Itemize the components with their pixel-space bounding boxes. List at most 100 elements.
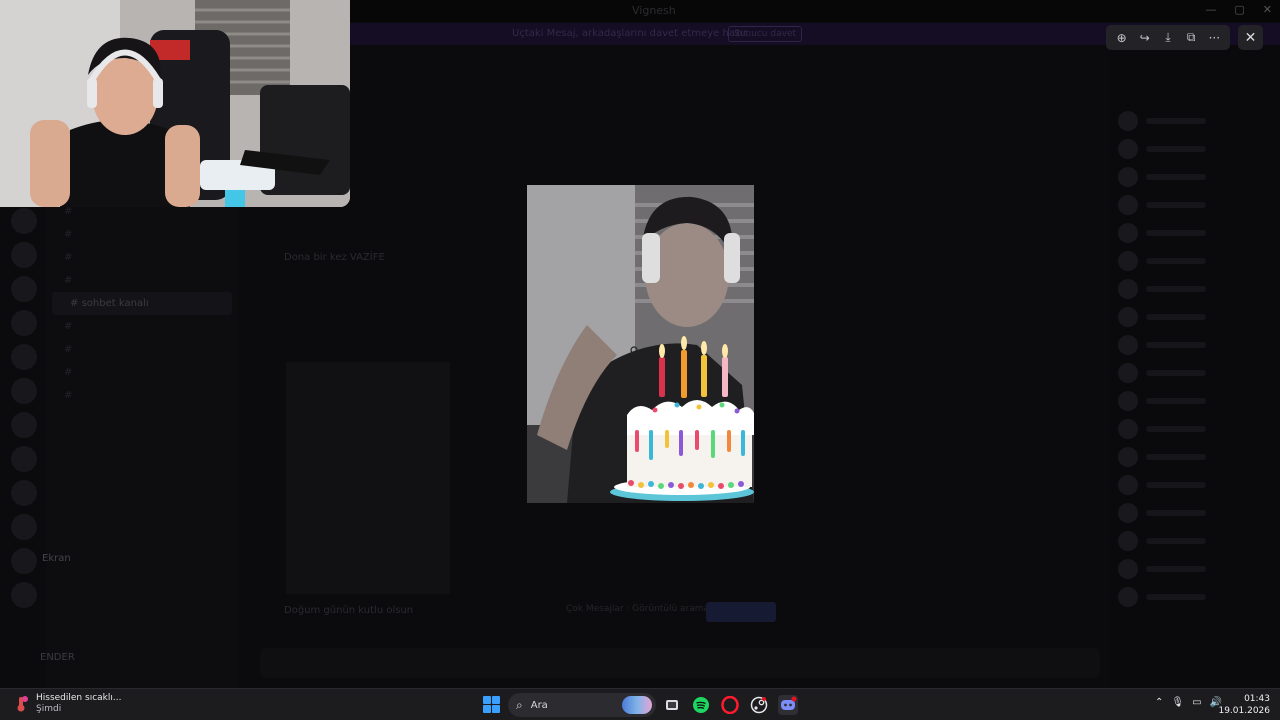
server-icon[interactable] [11, 514, 37, 540]
channel-item[interactable]: # [46, 361, 238, 384]
server-list [0, 200, 46, 688]
member-item[interactable] [1118, 333, 1272, 357]
screen: Vignesh — ▢ ✕ Uçtaki Mesaj, arkadaşların… [0, 0, 1280, 720]
maximize-button[interactable]: ▢ [1234, 3, 1244, 16]
search-icon: ⌕ [516, 697, 523, 712]
weather-subtitle: Şimdi [36, 704, 62, 714]
share-icon[interactable]: ↪ [1137, 30, 1153, 46]
birthday-photo [527, 185, 754, 503]
chat-message: Doğum günün kutlu olsun [284, 605, 414, 616]
server-icon[interactable] [11, 310, 37, 336]
server-icon[interactable] [11, 548, 37, 574]
zoom-cursor-icon [630, 346, 640, 356]
server-icon[interactable] [11, 480, 37, 506]
member-item[interactable] [1118, 389, 1272, 413]
join-call-button[interactable] [706, 602, 776, 622]
member-item[interactable] [1118, 193, 1272, 217]
member-item[interactable] [1118, 221, 1272, 245]
avatar [1118, 363, 1138, 383]
webcam-overlay [0, 0, 350, 207]
avatar [1118, 307, 1138, 327]
channel-item[interactable]: # [46, 246, 238, 269]
minimize-button[interactable]: — [1205, 3, 1216, 16]
banner-text: Uçtaki Mesaj, arkadaşlarını davet etmeye… [512, 28, 750, 39]
weather-widget[interactable]: Hissedilen sıcaklı... Şimdi [12, 693, 121, 715]
member-item[interactable] [1118, 501, 1272, 525]
banner-button[interactable]: Sunucu davet [728, 26, 802, 42]
chat-image-thumbnail[interactable] [286, 362, 450, 594]
close-icon: ✕ [1244, 29, 1257, 46]
window-close-button[interactable]: ✕ [1263, 3, 1272, 16]
channel-item[interactable]: # [46, 338, 238, 361]
server-icon[interactable] [11, 446, 37, 472]
opera-icon[interactable] [720, 695, 740, 715]
server-icon[interactable] [11, 208, 37, 234]
clock-date: 19.01.2026 [1218, 706, 1270, 716]
download-icon[interactable]: ⤓ [1160, 30, 1176, 46]
window-controls: — ▢ ✕ [1205, 3, 1272, 16]
screen-share-label: Ekran [42, 553, 71, 564]
channel-item-active[interactable]: # sohbet kanalı [52, 292, 232, 315]
thermometer-icon [17, 696, 28, 712]
call-text: Çok Mesajlar · Görüntülü aramalar [566, 604, 721, 614]
webcam-feed [0, 0, 350, 207]
enlarged-image[interactable] [527, 185, 754, 503]
member-item[interactable] [1118, 557, 1272, 581]
server-icon[interactable] [11, 344, 37, 370]
avatar [1118, 139, 1138, 159]
member-item[interactable] [1118, 585, 1272, 609]
server-icon[interactable] [11, 378, 37, 404]
weather-title: Hissedilen sıcaklı... [36, 693, 122, 703]
member-item[interactable] [1118, 529, 1272, 553]
tray-chevron-icon[interactable]: ⌃ [1155, 697, 1163, 708]
member-item[interactable] [1118, 277, 1272, 301]
member-item[interactable] [1118, 473, 1272, 497]
display-icon[interactable]: ▭ [1192, 697, 1201, 708]
avatar [1118, 167, 1138, 187]
channel-item[interactable]: # [46, 315, 238, 338]
avatar [1118, 223, 1138, 243]
member-item[interactable] [1118, 361, 1272, 385]
spotify-icon[interactable] [691, 695, 711, 715]
avatar [1118, 587, 1138, 607]
window-title: Vignesh [632, 4, 676, 17]
channel-item[interactable]: # [46, 269, 238, 292]
windows-start-icon[interactable] [483, 696, 500, 713]
avatar [1118, 251, 1138, 271]
channel-item[interactable]: # [46, 223, 238, 246]
avatar [1118, 475, 1138, 495]
channel-item[interactable]: # [46, 384, 238, 407]
member-item[interactable] [1118, 109, 1272, 133]
zoom-in-icon[interactable]: ⊕ [1114, 30, 1130, 46]
server-icon[interactable] [11, 242, 37, 268]
avatar [1118, 195, 1138, 215]
server-icon[interactable] [11, 582, 37, 608]
taskbar-search[interactable]: ⌕ Ara [508, 693, 656, 717]
microphone-icon[interactable]: 🎙 [1171, 697, 1184, 708]
discord-icon[interactable] [778, 695, 798, 715]
server-icon[interactable] [11, 412, 37, 438]
open-external-icon[interactable]: ⧉ [1183, 30, 1199, 46]
member-item[interactable] [1118, 165, 1272, 189]
member-item[interactable] [1118, 417, 1272, 441]
avatar [1118, 391, 1138, 411]
taskbar-clock[interactable]: 01:43 19.01.2026 [1218, 693, 1270, 717]
avatar [1118, 559, 1138, 579]
member-item[interactable] [1118, 249, 1272, 273]
username: ENDER [40, 652, 75, 663]
server-icon[interactable] [11, 276, 37, 302]
member-item[interactable] [1118, 137, 1272, 161]
channel-topic: sohbet kanalı [81, 298, 149, 309]
system-tray: ⌃ 🎙 ▭ 🔊 [1155, 697, 1222, 708]
more-icon[interactable]: ··· [1206, 30, 1222, 46]
member-item[interactable] [1118, 305, 1272, 329]
member-item[interactable] [1118, 445, 1272, 469]
close-viewer-button[interactable]: ✕ [1238, 25, 1263, 50]
avatar [1118, 111, 1138, 131]
message-input[interactable] [260, 648, 1100, 678]
member-list [1110, 45, 1280, 688]
avatar [1118, 447, 1138, 467]
steam-icon[interactable] [749, 695, 769, 715]
avatar [1118, 419, 1138, 439]
task-view-icon[interactable] [662, 695, 682, 715]
